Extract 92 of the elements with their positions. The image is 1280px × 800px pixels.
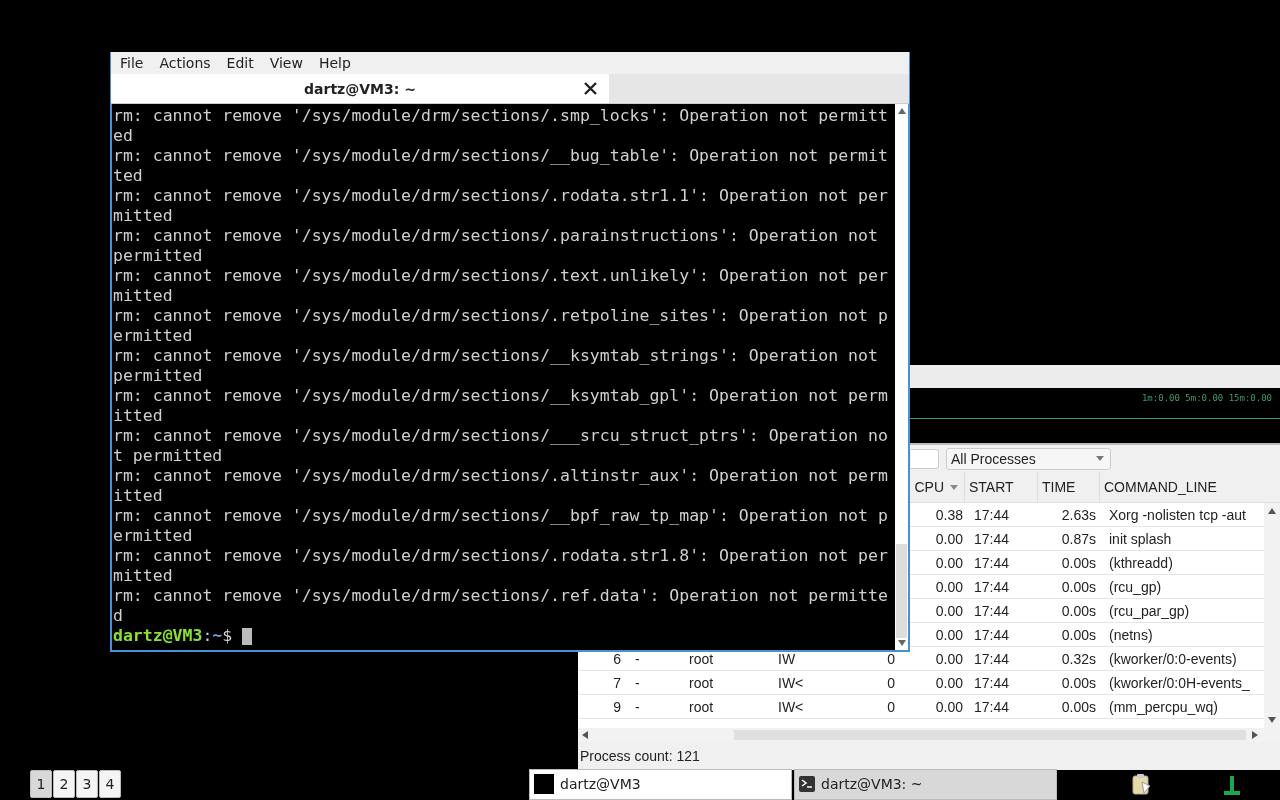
table-cell: 2.63s xyxy=(1061,506,1096,523)
clipboard-icon[interactable] xyxy=(1132,773,1152,795)
table-cell: 6 xyxy=(613,650,621,667)
table-cell: 0.00 xyxy=(935,650,963,667)
table-cell: 0.00 xyxy=(935,602,963,619)
table-cell: 0.00 xyxy=(935,698,963,715)
table-cell: 9 xyxy=(613,698,621,715)
table-cell: 17:44 xyxy=(974,554,1010,571)
sort-arrow-icon xyxy=(950,484,958,490)
table-cell: 0.00s xyxy=(1061,554,1096,571)
table-cell: 0.00s xyxy=(1061,626,1096,643)
prompt-path: ~ xyxy=(212,626,223,646)
table-cell: 0.38 xyxy=(935,506,963,523)
menu-item[interactable]: File xyxy=(111,55,151,71)
scroll-down-arrow-icon[interactable] xyxy=(897,640,906,646)
scroll-left-arrow-icon[interactable] xyxy=(582,731,588,739)
taskbar-button[interactable]: dartz@VM3 xyxy=(529,768,792,800)
column-header[interactable]: TIME xyxy=(1038,472,1100,502)
table-cell: 17:44 xyxy=(974,530,1010,547)
table-cell: 0.00s xyxy=(1061,578,1096,595)
table-cell: 17:44 xyxy=(974,650,1010,667)
table-cell: root xyxy=(689,698,714,715)
table-cell: 0.00 xyxy=(935,530,963,547)
scroll-right-arrow-icon[interactable] xyxy=(1252,731,1258,739)
table-cell: Xorg -nolisten tcp -aut xyxy=(1109,506,1246,523)
table-cell: 0.32s xyxy=(1061,650,1096,667)
table-cell: 0.00s xyxy=(1061,698,1096,715)
status-text: Process count: 121 xyxy=(579,747,701,766)
filter-dropdown[interactable]: All Processes xyxy=(946,447,1111,470)
menu-item[interactable]: Help xyxy=(309,55,358,71)
table-cell: (rcu_gp) xyxy=(1109,578,1162,595)
workspace-button[interactable]: 1 xyxy=(30,770,52,798)
prompt-symbol: $ xyxy=(222,626,233,646)
column-header[interactable]: COMMAND_LINE xyxy=(1100,472,1280,502)
table-cell: root xyxy=(689,650,714,667)
cpu-graph-icon[interactable] xyxy=(1224,773,1240,795)
table-cell: (mm_percpu_wq) xyxy=(1109,698,1218,715)
terminal-output-line: rm: cannot remove '/sys/module/drm/sections/.ref.data': Operation not permitted xyxy=(113,586,888,626)
window-icon xyxy=(534,774,554,794)
table-cell: 0.00s xyxy=(1061,674,1096,691)
scroll-up-arrow-icon[interactable] xyxy=(1268,508,1276,514)
prompt-user: dartz@VM3 xyxy=(113,626,203,646)
text-cursor xyxy=(242,627,253,645)
table-cell: 0.87s xyxy=(1061,530,1096,547)
close-icon[interactable] xyxy=(584,82,597,95)
table-cell: 7 xyxy=(613,674,621,691)
taskbar-button[interactable]: dartz@VM3: ~ xyxy=(794,768,1057,800)
workspace-button[interactable]: 4 xyxy=(99,770,121,798)
table-cell: (kthreadd) xyxy=(1109,554,1173,571)
table-cell: 0 xyxy=(887,650,895,667)
table-cell: - xyxy=(635,674,640,691)
table-cell: 17:44 xyxy=(974,578,1010,595)
table-cell: 0 xyxy=(887,698,895,715)
table-cell: 17:44 xyxy=(974,674,1010,691)
caret-icon xyxy=(1096,456,1104,461)
table-cell: 0 xyxy=(887,674,895,691)
menu-item[interactable]: Edit xyxy=(217,55,261,71)
scroll-thumb[interactable] xyxy=(896,544,907,638)
scrollbar[interactable] xyxy=(895,104,908,650)
table-cell: 17:44 xyxy=(974,602,1010,619)
table-cell: root xyxy=(689,674,714,691)
scroll-down-arrow-icon[interactable] xyxy=(1268,717,1276,723)
table-cell: 0.00 xyxy=(935,578,963,595)
table-cell: - xyxy=(635,698,640,715)
table-cell: init splash xyxy=(1109,530,1172,547)
table-cell: 0.00 xyxy=(935,674,963,691)
menu-item[interactable]: Actions xyxy=(150,55,218,71)
load-average: 1m:0.00 5m:0.00 15m:0.00 xyxy=(1141,393,1272,403)
table-cell: 0.00s xyxy=(1061,602,1096,619)
workspace-button[interactable]: 2 xyxy=(53,770,75,798)
menu-item[interactable]: View xyxy=(260,55,310,71)
prompt-separator: : xyxy=(202,626,213,646)
terminal-icon xyxy=(799,776,815,792)
table-cell: 17:44 xyxy=(974,506,1010,523)
table-cell: IW< xyxy=(778,674,804,691)
column-header[interactable]: START xyxy=(965,472,1038,502)
table-cell: 0.00 xyxy=(935,626,963,643)
table-cell: - xyxy=(635,650,640,667)
workspace-button[interactable]: 3 xyxy=(76,770,98,798)
table-cell: (kworker/0:0H-events_ xyxy=(1109,674,1250,691)
scroll-up-arrow-icon[interactable] xyxy=(897,108,906,114)
terminal-tab[interactable]: dartz@VM3: ~ xyxy=(111,74,609,103)
table-cell: IW xyxy=(778,650,796,667)
table-cell: 17:44 xyxy=(974,626,1010,643)
table-cell: (kworker/0:0-events) xyxy=(1109,650,1237,667)
table-cell: IW< xyxy=(778,698,804,715)
scrollbar[interactable] xyxy=(1264,503,1280,728)
table-cell: 17:44 xyxy=(974,698,1010,715)
table-cell: (rcu_par_gp) xyxy=(1109,602,1190,619)
table-cell: (netns) xyxy=(1109,626,1153,643)
search-field[interactable] xyxy=(911,448,939,469)
table-cell: 0.00 xyxy=(935,554,963,571)
